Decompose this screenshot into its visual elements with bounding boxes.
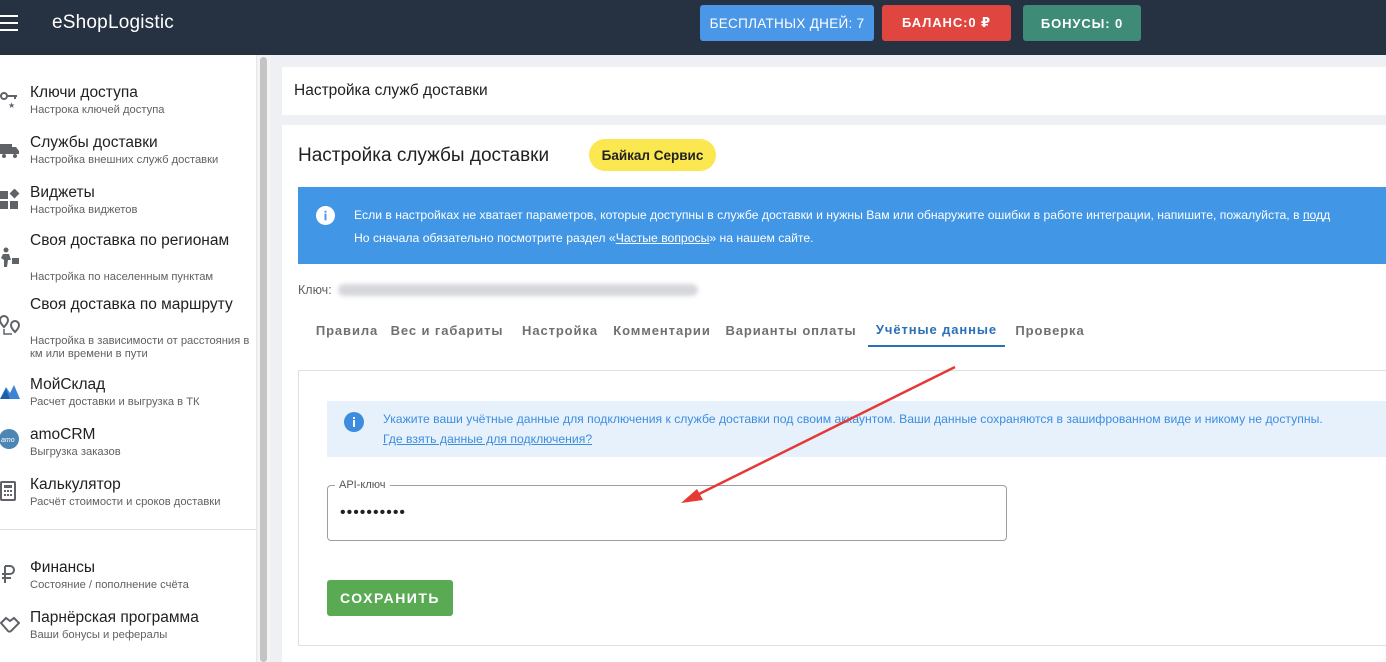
calculator-icon [0,481,16,501]
sidebar-item-subtitle: Расчет доставки и выгрузка в ТК [30,396,200,408]
sidebar-item-widgets[interactable]: Виджеты Настройка виджетов [0,181,256,221]
page-header-title: Настройка служб доставки [294,82,488,99]
widgets-icon [0,189,20,209]
info-banner-line1: Если в настройках не хватает параметров,… [354,208,1331,222]
amocrm-icon: amo [0,429,19,449]
support-link[interactable]: подд [1303,208,1330,222]
info-banner: Если в настройках не хватает параметров,… [298,187,1386,264]
bonus-button[interactable]: БОНУСЫ: 0 [1023,5,1141,41]
page-title: Настройка службы доставки [298,145,550,166]
tab-payment-options[interactable]: Варианты оплаты [724,313,858,347]
sidebar-item-finance[interactable]: Финансы Состояние / пополнение счёта [0,556,256,596]
brand-logo[interactable]: eShopLogistic [52,12,174,34]
sidebar-item-own-delivery-route[interactable]: Своя доставка по маршруту Настройка в за… [0,295,256,361]
sidebar-item-title: МойСклад [30,376,106,393]
sidebar-item-moysklad[interactable]: МойСклад Расчет доставки и выгрузка в ТК [0,373,256,413]
api-key-input[interactable] [340,502,980,524]
sidebar-item-title: Финансы [30,559,96,576]
free-days-button[interactable]: БЕСПЛАТНЫХ ДНЕЙ: 7 [700,5,874,41]
balance-button[interactable]: БАЛАНС:0 ₽ [882,5,1011,41]
handshake-icon [0,616,20,633]
sidebar-item-calculator[interactable]: Калькулятор Расчёт стоимости и сроков до… [0,473,256,513]
key-icon: ★ [0,92,17,109]
sidebar-item-subtitle: Настрока ключей доступа [30,104,165,116]
info-icon [344,412,364,432]
ruble-icon [2,565,15,583]
key-value-blurred [338,284,698,296]
courier-icon [1,247,19,267]
sidebar-scrollbar[interactable] [256,55,270,662]
page-header: Настройка служб доставки [282,67,1386,115]
menu-icon[interactable] [0,15,18,31]
sidebar-divider [0,529,256,530]
tab-credentials[interactable]: Учётные данные [868,313,1005,347]
sidebar-item-subtitle: Расчёт стоимости и сроков доставки [30,496,221,508]
info-icon [316,206,335,225]
sidebar-item-access-keys[interactable]: ★ Ключи доступа Настрока ключей доступа [0,81,256,121]
credentials-info: Укажите ваши учётные данные для подключе… [327,401,1386,457]
sidebar-item-subtitle: Ваши бонусы и рефералы [30,629,168,641]
sidebar-item-subtitle: Настройка внешних служб доставки [30,154,219,166]
moysklad-icon [0,385,20,399]
sidebar-item-subtitle: Настройка по населенным пунктам [30,271,214,283]
top-bar: eShopLogistic БЕСПЛАТНЫХ ДНЕЙ: 7 БАЛАНС:… [0,0,1386,55]
sidebar-item-subtitle: Настройка виджетов [30,204,138,216]
sidebar-item-delivery-services[interactable]: Службы доставки Настройка внешних служб … [0,131,256,171]
sidebar: ★ Ключи доступа Настрока ключей доступа … [0,55,256,662]
save-button[interactable]: СОХРАНИТЬ [327,580,453,616]
sidebar-item-title: Виджеты [30,184,95,201]
key-label: Ключ: [298,283,332,297]
sidebar-item-partner-program[interactable]: Парнёрская программа Ваши бонусы и рефер… [0,606,256,646]
sidebar-item-title: Своя доставка по регионам [30,232,230,249]
sidebar-item-amocrm[interactable]: amo amoCRM Выгрузка заказов [0,423,256,463]
tab-rules[interactable]: Правила [308,313,386,347]
faq-link[interactable]: Частые вопросы [616,231,710,245]
sidebar-item-title: Своя доставка по маршруту [30,296,233,313]
svg-text:amo: amo [1,437,15,444]
tab-check[interactable]: Проверка [1010,313,1090,347]
api-key-label: API-ключ [335,479,390,491]
tab-settings[interactable]: Настройка [516,313,604,347]
route-icon [0,315,20,335]
sidebar-item-subtitle: Состояние / пополнение счёта [30,579,189,591]
truck-icon [0,144,19,158]
where-to-get-data-link[interactable]: Где взять данные для подключения? [383,432,592,446]
sidebar-item-title: Ключи доступа [30,84,138,101]
sidebar-item-own-delivery-regions[interactable]: Своя доставка по регионам Настройка по н… [0,231,256,285]
sidebar-item-title: amoCRM [30,426,96,443]
credentials-info-text: Укажите ваши учётные данные для подключе… [383,412,1323,426]
info-banner-line2: Но сначала обязательно посмотрите раздел… [354,231,814,245]
tab-weight-dimensions[interactable]: Вес и габариты [388,313,506,347]
sidebar-item-subtitle: Настройка в зависимости от расстояния в … [30,335,250,360]
sidebar-item-title: Калькулятор [30,476,121,493]
sidebar-scrollbar-thumb[interactable] [260,57,267,662]
sidebar-item-title: Службы доставки [30,134,158,151]
sidebar-item-subtitle: Выгрузка заказов [30,446,121,458]
tab-comments[interactable]: Комментарии [610,313,714,347]
api-key-field[interactable] [327,485,1007,541]
sidebar-item-title: Парнёрская программа [30,609,199,626]
svg-text:★: ★ [8,101,15,109]
service-badge: Байкал Сервис [589,139,716,171]
